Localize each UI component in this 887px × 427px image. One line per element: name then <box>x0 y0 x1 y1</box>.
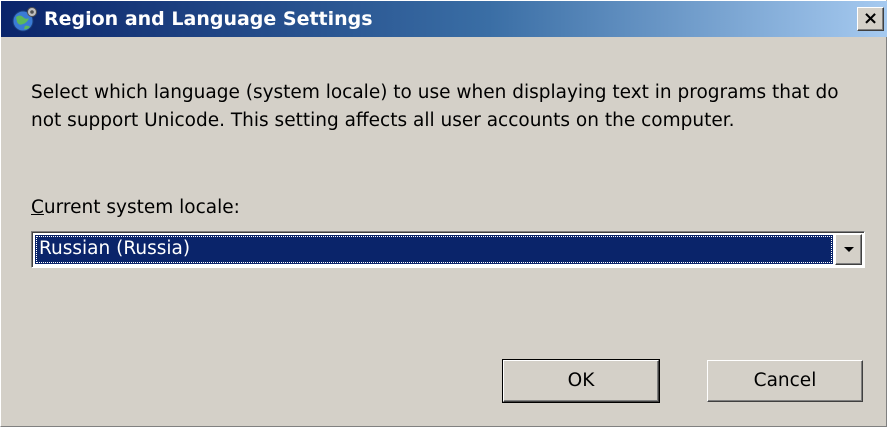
cancel-button[interactable]: Cancel <box>707 360 863 402</box>
selected-locale-value[interactable]: Russian (Russia) <box>35 235 833 264</box>
window-title: Region and Language Settings <box>44 8 373 30</box>
region-language-dialog: Region and Language Settings × Select wh… <box>0 0 887 427</box>
description-text: Select which language (system locale) to… <box>31 82 839 131</box>
accelerator-key: C <box>31 197 44 218</box>
title-bar[interactable]: Region and Language Settings × <box>1 1 887 37</box>
chevron-down-icon <box>844 247 854 252</box>
system-locale-dropdown[interactable]: Russian (Russia) <box>31 231 865 268</box>
close-button[interactable]: × <box>857 7 884 31</box>
dropdown-button[interactable] <box>835 234 862 265</box>
globe-settings-icon <box>12 7 37 32</box>
current-system-locale-label: Current system locale: <box>31 194 240 222</box>
ok-button[interactable]: OK <box>502 359 660 403</box>
locale-label-text: urrent system locale: <box>43 197 240 218</box>
close-icon: × <box>862 8 879 29</box>
